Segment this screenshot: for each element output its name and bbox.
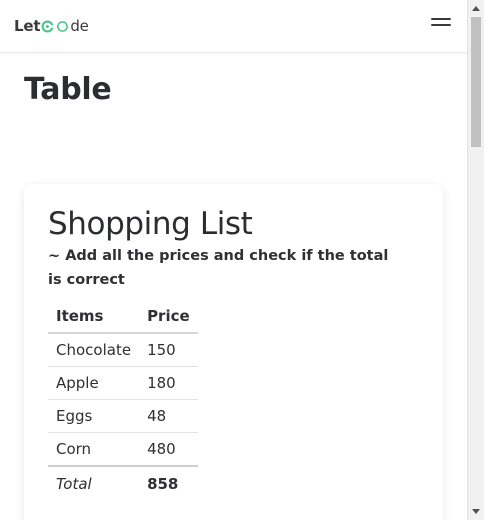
letcode-logo[interactable]: Let de [14,16,89,36]
table-header-row: Items Price [48,300,198,334]
card-title: Shopping List [48,206,253,242]
price-cell: 150 [139,333,198,367]
header-price: Price [139,300,198,334]
table-row: Eggs 48 [48,399,198,433]
price-cell: 180 [139,366,198,400]
page-title: Table [24,72,112,107]
logo-text-let: Let [14,17,41,35]
table-row: Chocolate 150 [48,333,198,367]
shopping-table: Items Price Chocolate 150 Apple 180 Eggs [48,300,198,500]
item-cell: Chocolate [48,333,140,367]
item-cell: Corn [48,432,140,467]
shopping-list-card: Shopping List ~ Add all the prices and c… [24,184,443,520]
card-subtitle: ~ Add all the prices and check if the to… [48,248,389,288]
total-label: Total [48,465,140,500]
hamburger-icon[interactable] [429,15,453,33]
navbar: Let de [0,0,467,53]
vertical-scrollbar[interactable] [467,0,484,520]
price-cell: 480 [139,432,198,467]
price-cell: 48 [139,399,198,433]
page: Let de Table Shopping List ~ Add all the… [0,0,467,520]
scroll-down-arrow-icon[interactable] [468,503,484,520]
header-items: Items [48,300,140,334]
table-row: Corn 480 [48,432,198,467]
total-value: 858 [139,465,198,500]
item-cell: Eggs [48,399,140,433]
table-row: Apple 180 [48,366,198,400]
scrollbar-thumb[interactable] [471,17,481,147]
browser-viewport: Let de Table Shopping List ~ Add all the… [0,0,484,520]
table-total-row: Total 858 [48,465,198,500]
hamburger-line [431,18,451,20]
scroll-up-arrow-icon[interactable] [468,0,484,17]
item-cell: Apple [48,366,140,400]
logo-o-icon [57,20,69,32]
logo-text-de: de [70,17,89,35]
hamburger-line [431,24,451,26]
logo-c-icon [41,20,55,32]
